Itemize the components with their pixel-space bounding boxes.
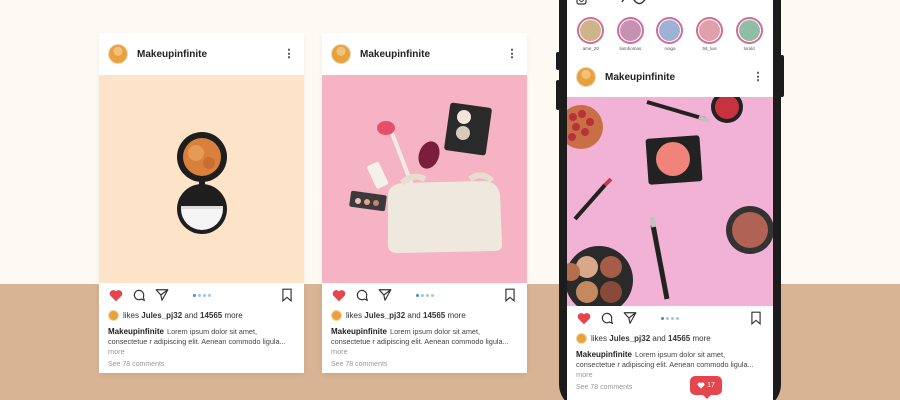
post-header: Makeupinfinite ⋮ [322,33,527,75]
post-header: Makeupinfinite ⋮ [99,33,304,75]
heart-icon[interactable] [576,310,592,326]
post-username[interactable]: Makeupinfinite [137,49,283,60]
phone-post: Makeupinfinite ⋮ likes Jules_pj32 and 14… [567,57,773,391]
likes-suffix: more [447,310,466,320]
story-name: liamhomas [619,46,642,51]
more-options-icon[interactable]: ⋮ [283,49,295,60]
makeup-flatlay-icon [567,97,773,306]
comment-icon[interactable] [599,310,615,326]
liker-avatar [576,332,587,344]
caption-more-link[interactable]: more [331,347,348,356]
bookmark-icon[interactable] [279,287,295,303]
compact-powder-icon [177,132,227,234]
post-actions [322,283,527,307]
story-item[interactable]: ame_20 [576,17,606,54]
post-card-1: Makeupinfinite ⋮ likes Jules_pj32 and 14… [99,33,304,373]
view-comments-link[interactable]: See 78 comments [567,380,773,391]
post-caption: Makeupinfinite Lorem ipsum dolor sit amet… [99,321,304,357]
more-options-icon[interactable]: ⋮ [752,72,764,83]
makeup-bag-icon [349,102,502,253]
likes-summary: likes Jules_pj32 and 14565 more [322,307,527,321]
likes-and: and [652,333,666,343]
heart-icon[interactable] [108,287,124,303]
like-notification-badge[interactable]: 17 [690,376,722,399]
phone-side-button [556,52,560,70]
share-icon[interactable] [377,287,393,303]
likes-and: and [184,310,198,320]
share-icon[interactable] [154,287,170,303]
post-photo[interactable] [322,75,527,283]
post-actions [567,306,773,330]
avatar[interactable] [331,44,351,64]
likes-user[interactable]: Jules_pj32 [141,311,182,320]
story-item[interactable]: liamhomas [615,17,645,54]
caption-username[interactable]: Makeupinfinite [108,327,164,336]
heart-icon [697,382,705,389]
likes-user[interactable]: Jules_pj32 [609,334,650,343]
notification-count: 17 [707,382,715,389]
story-avatar [616,17,644,44]
likes-count[interactable]: 14565 [668,334,690,343]
post-username[interactable]: Makeupinfinite [605,72,752,83]
likes-prefix: likes [346,310,363,320]
likes-count[interactable]: 14565 [200,311,222,320]
likes-prefix: likes [123,310,140,320]
story-avatar [577,17,605,44]
phone-screen: ame_20 liamhomas noiga 56_luis lorald Ma… [567,0,773,400]
post-actions [99,283,304,307]
carousel-dots [415,293,434,297]
caption-more-link[interactable]: more [108,347,125,356]
likes-suffix: more [692,333,711,343]
likes-prefix: likes [591,333,608,343]
likes-count[interactable]: 14565 [423,311,445,320]
likes-summary: likes Jules_pj32 and 14565 more [567,330,773,344]
story-avatar [696,17,724,44]
likes-summary: likes Jules_pj32 and 14565 more [99,307,304,321]
story-name: noiga [664,46,676,51]
share-icon[interactable] [622,310,638,326]
story-avatar [735,17,763,44]
likes-suffix: more [224,310,243,320]
story-name: 56_luis [702,46,717,51]
heart-icon[interactable] [331,287,347,303]
comment-icon[interactable] [354,287,370,303]
carousel-dots [661,316,679,320]
likes-and: and [407,310,421,320]
story-avatar [656,17,684,44]
story-item[interactable]: 56_luis [695,17,725,54]
liker-avatar [331,309,342,321]
story-item[interactable]: lorald [734,17,764,54]
post-caption: Makeupinfinite Lorem ipsum dolor sit amet… [322,321,527,357]
view-comments-link[interactable]: See 78 comments [99,357,304,368]
liker-avatar [108,309,119,321]
carousel-dots [192,293,211,297]
view-comments-link[interactable]: See 78 comments [322,357,527,368]
post-card-2: Makeupinfinite ⋮ likes Jules_pj32 and 14… [322,33,527,373]
phone-side-button [556,80,560,110]
comment-icon[interactable] [131,287,147,303]
caption-username[interactable]: Makeupinfinite [576,350,632,359]
post-header: Makeupinfinite ⋮ [567,57,773,97]
post-caption: Makeupinfinite Lorem ipsum dolor sit amet… [567,344,773,380]
app-top-bar [567,0,773,6]
avatar[interactable] [576,67,596,87]
post-username[interactable]: Makeupinfinite [360,49,506,60]
phone-power-button [780,55,784,97]
bookmark-icon[interactable] [748,310,764,326]
likes-user[interactable]: Jules_pj32 [364,311,405,320]
bookmark-icon[interactable] [502,287,518,303]
story-name: lorald [743,46,755,51]
story-item[interactable]: noiga [655,17,685,54]
caption-more-link[interactable]: more [576,370,593,379]
avatar[interactable] [108,44,128,64]
post-photo[interactable] [99,75,304,283]
more-options-icon[interactable]: ⋮ [506,49,518,60]
caption-username[interactable]: Makeupinfinite [331,327,387,336]
post-photo[interactable] [567,97,773,306]
story-name: ame_20 [582,46,599,51]
stories-bar: ame_20 liamhomas noiga 56_luis lorald [567,17,773,54]
